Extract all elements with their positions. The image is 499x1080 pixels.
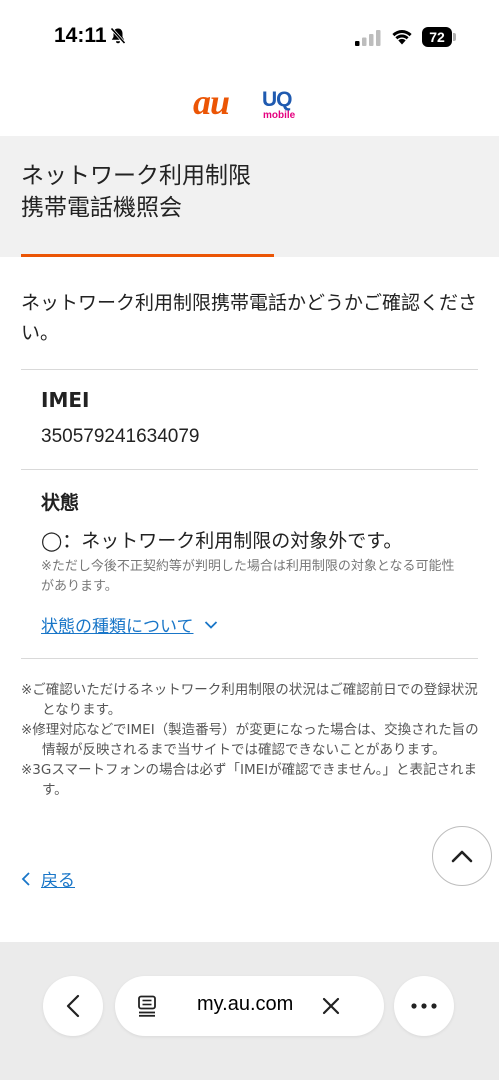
wifi-icon [392, 30, 412, 45]
status-types-link[interactable]: 状態の種類について [41, 612, 218, 637]
title-underline [21, 254, 274, 257]
browser-toolbar: my.au.com [0, 942, 499, 1080]
scroll-top-button[interactable] [432, 826, 492, 886]
au-logo[interactable]: au [193, 84, 230, 120]
signal-icon [355, 30, 381, 46]
bell-slash-icon [109, 27, 126, 45]
divider [21, 469, 478, 470]
back-link-label: 戻る [41, 871, 75, 891]
browser-back-button[interactable] [43, 976, 103, 1036]
close-icon[interactable] [321, 996, 341, 1016]
uq-logo[interactable]: UQ [262, 89, 292, 110]
chevron-down-icon [204, 620, 217, 629]
chevron-left-icon [21, 871, 30, 886]
title-band: ネットワーク利用制限 携帯電話機照会 [0, 136, 499, 257]
battery-level: 72 [422, 27, 452, 47]
address-bar[interactable]: my.au.com [115, 976, 384, 1036]
battery-icon: 72 [422, 27, 456, 47]
logo-bar: au UQ mobile [0, 72, 499, 136]
status-value: ◯：ネットワーク利用制限の対象外です。 [41, 530, 403, 552]
status-time-text: 14:11 [54, 24, 107, 47]
status-bar: 14:11 72 [0, 0, 499, 72]
reader-icon[interactable] [137, 995, 157, 1017]
more-button[interactable] [394, 976, 454, 1036]
status-label: 状態 [41, 492, 80, 514]
url-text: my.au.com [197, 993, 294, 1015]
note-item: ※3Gスマートフォンの場合は必ず「IMEIが確認できません。」と表記されます。 [21, 762, 477, 798]
chevron-left-icon [66, 994, 80, 1018]
notes-list: ※ご確認いただけるネットワーク利用制限の状況はご確認前日での登録状況となります。… [21, 680, 481, 800]
note-item: ※修理対応などでIMEI（製造番号）が変更になった場合は、交換された旨の情報が反… [21, 722, 479, 758]
uq-logo-sub: mobile [263, 110, 296, 121]
status-note: ※ただし今後不正契約等が判明した場合は利用制限の対象となる可能性があります。 [41, 559, 455, 594]
chevron-up-icon [451, 850, 473, 863]
intro-text: ネットワーク利用制限携帯電話かどうかご確認ください。 [21, 292, 478, 344]
battery-tip [453, 33, 456, 41]
back-link[interactable]: 戻る [21, 866, 75, 891]
page-title: ネットワーク利用制限 携帯電話機照会 [21, 163, 251, 221]
imei-value: 350579241634079 [41, 426, 200, 447]
status-time: 14:11 [54, 24, 126, 48]
divider [21, 369, 478, 370]
note-item: ※ご確認いただけるネットワーク利用制限の状況はご確認前日での登録状況となります。 [21, 682, 478, 718]
imei-label: IMEI [41, 388, 90, 412]
divider [21, 658, 478, 659]
status-types-link-label: 状態の種類について [41, 617, 194, 637]
more-icon [411, 1003, 437, 1009]
